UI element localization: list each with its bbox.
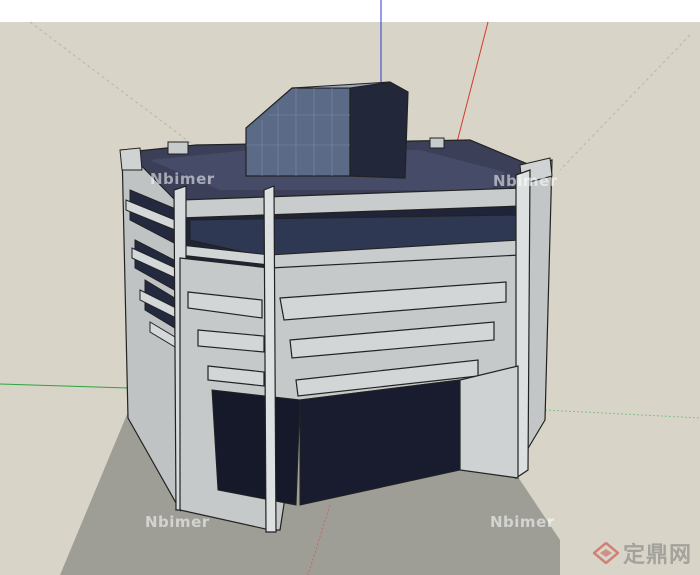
right-wall-panel[interactable] [459,365,519,479]
sky [0,0,700,22]
site-logo: 定鼎网 [592,537,692,569]
penthouse-dark-face[interactable] [349,81,409,179]
logo-diamond-icon [592,542,619,564]
watermark-text: Nbimer [150,170,215,188]
front-pier-center[interactable] [263,185,277,533]
parapet-post[interactable] [167,141,189,155]
watermark-text: Nbimer [490,513,555,531]
model-viewport[interactable]: Nbimer Nbimer Nbimer Nbimer 定鼎网 [0,0,700,575]
watermark-text: Nbimer [493,172,558,190]
entrance-glass[interactable] [211,389,301,506]
3d-scene[interactable] [0,0,700,575]
logo-text: 定鼎网 [622,543,692,568]
parapet-post[interactable] [429,137,445,149]
corner-pier-left[interactable] [119,147,143,171]
watermark-text: Nbimer [145,513,210,531]
